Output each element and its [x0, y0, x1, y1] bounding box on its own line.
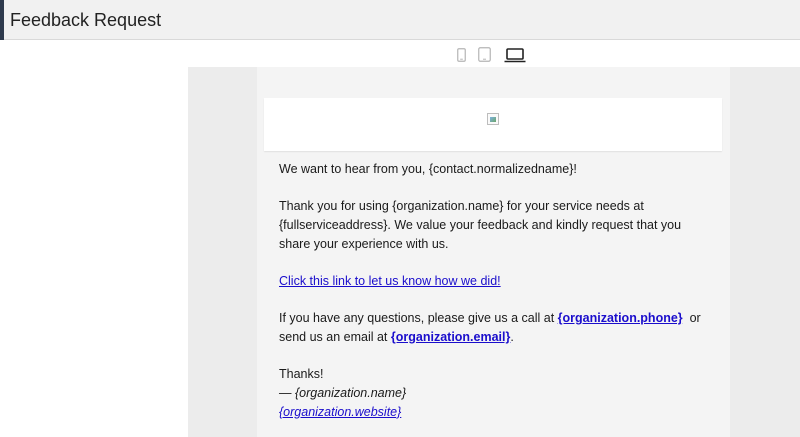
email-greeting: We want to hear from you, {contact.norma… — [279, 162, 577, 176]
email-link[interactable]: {organization.email} — [391, 330, 510, 344]
email-intro-paragraph: Thank you for using {organization.name} … — [279, 199, 682, 251]
website-link[interactable]: {organization.website} — [279, 405, 401, 419]
tablet-preview-icon[interactable] — [478, 47, 491, 62]
contact-text-prefix: If you have any questions, please give u… — [279, 311, 555, 325]
email-body-text: We want to hear from you, {contact.norma… — [279, 160, 709, 422]
mobile-preview-icon[interactable] — [457, 48, 466, 62]
page-title: Feedback Request — [10, 10, 162, 30]
email-header-card — [264, 98, 722, 151]
signature-block: Thanks! — {organization.name} {organizat… — [279, 365, 709, 422]
feedback-link[interactable]: Click this link to let us know how we di… — [279, 274, 501, 288]
contact-text-suffix: . — [510, 330, 514, 344]
title-bar: Feedback Request — [0, 0, 800, 40]
title-accent-bar — [0, 0, 4, 40]
thanks-text: Thanks! — [279, 367, 324, 381]
contact-paragraph: If you have any questions, please give u… — [279, 309, 709, 347]
phone-link[interactable]: {organization.phone} — [558, 311, 683, 325]
desktop-preview-icon[interactable] — [504, 48, 526, 63]
broken-image-icon — [487, 113, 499, 125]
feedback-link-paragraph: Click this link to let us know how we di… — [279, 272, 709, 291]
signature-name: — {organization.name} — [279, 386, 407, 400]
